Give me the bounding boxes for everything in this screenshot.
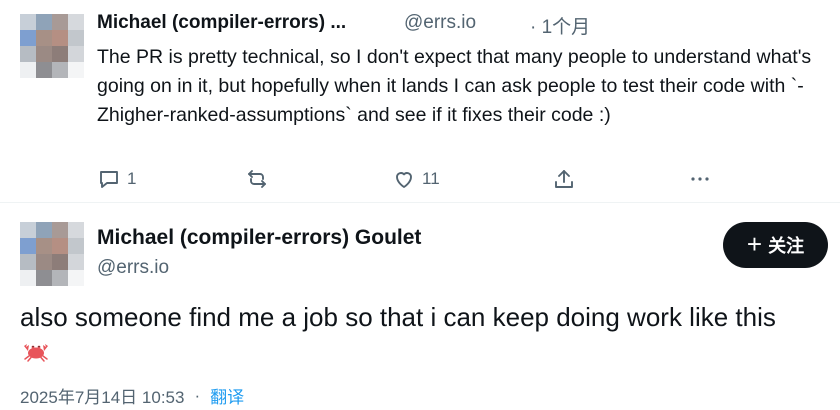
tweet-text: also someone find me a job so that i can… xyxy=(20,302,776,332)
more-icon xyxy=(691,177,709,181)
meta-separator: · xyxy=(194,385,201,405)
avatar[interactable] xyxy=(20,222,84,286)
plus-icon: + xyxy=(746,229,763,259)
retweet-icon xyxy=(248,170,266,188)
tweet-meta: 2025年7月14日 10:53 · 翻译 xyxy=(20,383,244,408)
reply-icon xyxy=(100,171,118,188)
like-count: 11 xyxy=(422,169,440,188)
crab-emoji xyxy=(24,344,48,362)
post-time[interactable]: · 1个月 xyxy=(530,12,590,39)
follow-label: 关注 xyxy=(768,236,805,256)
share-icon xyxy=(555,170,573,188)
post-timestamp[interactable]: 2025年7月14日 10:53 xyxy=(20,383,184,408)
author-name[interactable]: Michael (compiler-errors) ... xyxy=(97,12,346,34)
more-button[interactable] xyxy=(688,167,712,191)
divider xyxy=(0,202,840,203)
like-button[interactable]: 11 xyxy=(392,167,440,191)
follow-button[interactable]: + 关注 xyxy=(723,222,828,268)
translate-link[interactable]: 翻译 xyxy=(210,383,244,408)
tweet-text: The PR is pretty technical, so I don't e… xyxy=(97,46,812,126)
author-name[interactable]: Michael (compiler-errors) Goulet xyxy=(97,226,421,250)
share-button[interactable] xyxy=(552,167,576,191)
avatar[interactable] xyxy=(20,14,84,78)
reply-button[interactable]: 1 xyxy=(97,167,136,191)
author-handle[interactable]: @errs.io xyxy=(404,12,476,34)
reply-count: 1 xyxy=(127,169,137,188)
like-icon xyxy=(396,172,412,188)
retweet-button[interactable] xyxy=(245,167,269,191)
author-handle[interactable]: @errs.io xyxy=(97,257,169,279)
